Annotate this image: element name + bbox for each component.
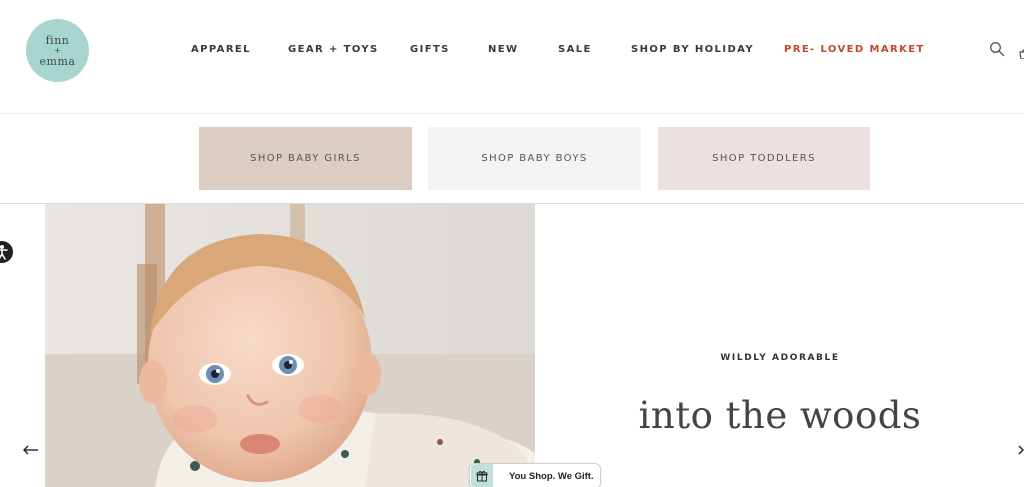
shop-toddlers-button[interactable]: SHOP TODDLERS: [658, 127, 870, 190]
arrow-left-icon[interactable]: [22, 442, 40, 458]
nav-item-pre-loved-market[interactable]: PRE- LOVED MARKET: [784, 44, 925, 55]
nav-item-new[interactable]: NEW: [488, 44, 518, 55]
hero-slider: WILDLY ADORABLE into the woods You Shop.…: [0, 204, 1024, 487]
nav-item-apparel[interactable]: APPAREL: [191, 44, 251, 55]
nav-item-gifts[interactable]: GIFTS: [410, 44, 450, 55]
arrow-right-icon[interactable]: [1017, 442, 1024, 458]
accessibility-icon[interactable]: [0, 241, 13, 263]
gift-widget-button[interactable]: You Shop. We Gift.: [469, 463, 601, 487]
hero-eyebrow: WILDLY ADORABLE: [720, 353, 840, 363]
site-header: finn + emma APPAREL GEAR + TOYS GIFTS NE…: [0, 0, 1024, 114]
nav-item-sale[interactable]: SALE: [558, 44, 592, 55]
shop-baby-girls-button[interactable]: SHOP BABY GIRLS: [199, 127, 412, 190]
cart-icon[interactable]: [1018, 47, 1024, 59]
hero-title[interactable]: into the woods: [600, 394, 960, 437]
search-icon[interactable]: [989, 41, 1005, 57]
main-nav: APPAREL GEAR + TOYS GIFTS NEW SALE SHOP …: [0, 44, 1024, 58]
gift-widget-label: You Shop. We Gift.: [509, 470, 594, 482]
gift-icon: [471, 464, 493, 487]
nav-item-shop-by-holiday[interactable]: SHOP BY HOLIDAY: [631, 44, 754, 55]
category-bar: SHOP BABY GIRLS SHOP BABY BOYS SHOP TODD…: [0, 114, 1024, 204]
shop-baby-boys-button[interactable]: SHOP BABY BOYS: [428, 127, 641, 190]
hero-image: [45, 204, 535, 487]
nav-item-gear-toys[interactable]: GEAR + TOYS: [288, 44, 379, 55]
